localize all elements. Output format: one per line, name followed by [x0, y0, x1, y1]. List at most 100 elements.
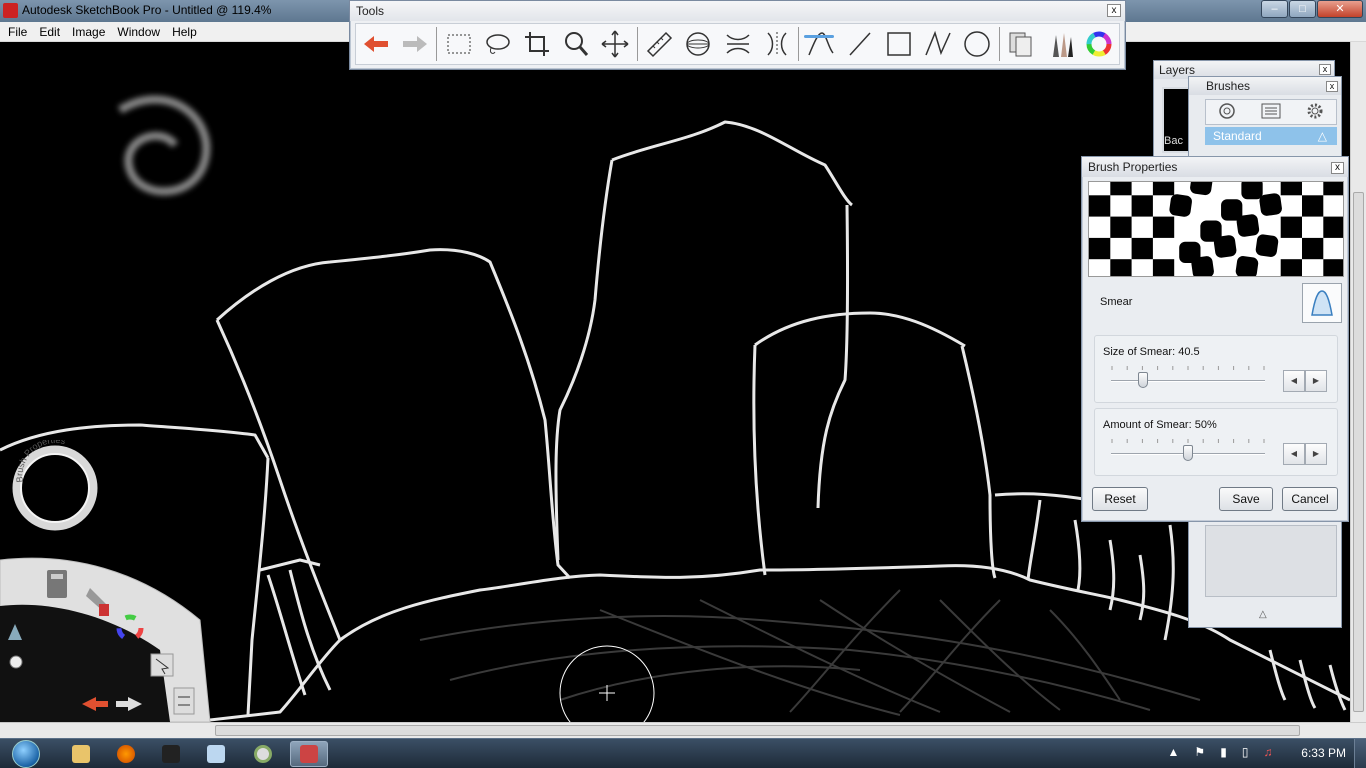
pen-stroke-icon[interactable]: [801, 25, 840, 63]
menu-help[interactable]: Help: [166, 25, 203, 39]
brush-properties-puck[interactable]: Brush Properties: [12, 435, 98, 531]
brush-set-header[interactable]: Standard △: [1205, 127, 1337, 145]
size-increase-button[interactable]: ▶: [1305, 370, 1327, 392]
tools-panel-title: Tools: [350, 1, 1125, 21]
amount-increase-button[interactable]: ▶: [1305, 443, 1327, 465]
menu-file[interactable]: File: [2, 25, 33, 39]
rectangle-select-icon[interactable]: [439, 25, 478, 63]
copy-layers-icon[interactable]: [1002, 25, 1041, 63]
vertical-scrollbar[interactable]: [1350, 42, 1366, 722]
firefox-icon[interactable]: [107, 741, 145, 767]
amount-slider-thumb[interactable]: [1183, 445, 1193, 461]
amount-slider-ticks: [1111, 439, 1265, 443]
toolbox-icon[interactable]: [47, 570, 67, 598]
ruler-icon[interactable]: [640, 25, 679, 63]
layer-label: Bac: [1164, 135, 1183, 147]
swap-icon[interactable]: [173, 687, 195, 715]
tools-toolbar: [355, 23, 1120, 65]
brush-properties-dialog: Brush Properties x Smear Size of Smear: …: [1081, 156, 1349, 522]
amount-slider-label: Amount of Smear: 50%: [1103, 419, 1217, 431]
menu-image[interactable]: Image: [66, 25, 111, 39]
undo-icon[interactable]: [356, 25, 395, 63]
maximize-button[interactable]: □: [1289, 0, 1316, 18]
brush-tip-icon: [1311, 290, 1333, 316]
amount-stepper: ◀ ▶: [1283, 443, 1327, 465]
horizontal-scroll-thumb[interactable]: [215, 725, 1300, 736]
brush-settings-icon[interactable]: [1261, 102, 1281, 123]
checker-cell: [1323, 259, 1343, 276]
checker-cell: [1280, 259, 1302, 276]
brush-library-icon[interactable]: [1218, 102, 1236, 123]
symmetry-x-icon[interactable]: [718, 25, 757, 63]
line-icon[interactable]: [840, 25, 879, 63]
checker-cell: [1280, 216, 1302, 238]
tools-panel-close-button[interactable]: x: [1107, 4, 1121, 17]
brush-list-pane[interactable]: [1205, 525, 1337, 597]
collapse-icon[interactable]: △: [1318, 127, 1327, 145]
polyline-icon[interactable]: [918, 25, 957, 63]
toolbar-separator: [798, 27, 800, 61]
checker-cell: [1131, 195, 1153, 217]
checker-cell: [1110, 182, 1132, 196]
checker-cell: [1255, 234, 1279, 257]
save-button[interactable]: Save: [1219, 487, 1273, 511]
zoom-icon[interactable]: [557, 25, 596, 63]
lasso-select-icon[interactable]: [478, 25, 517, 63]
show-hidden-icons-icon[interactable]: ▲: [1168, 745, 1180, 763]
cancel-button[interactable]: Cancel: [1282, 487, 1338, 511]
media-icon[interactable]: [152, 741, 190, 767]
active-tool-indicator: [804, 35, 834, 38]
reset-button[interactable]: Reset: [1092, 487, 1148, 511]
brushes-icon[interactable]: [1041, 25, 1080, 63]
size-slider-group: Size of Smear: 40.5 ◀ ▶: [1094, 335, 1338, 403]
menu-edit[interactable]: Edit: [33, 25, 66, 39]
action-center-flag-icon[interactable]: ⚑: [1194, 745, 1205, 763]
size-decrease-button[interactable]: ◀: [1283, 370, 1305, 392]
symmetry-y-icon[interactable]: [757, 25, 796, 63]
sketchbook-icon[interactable]: [290, 741, 328, 767]
layers-panel-close-button[interactable]: x: [1319, 64, 1331, 75]
start-button[interactable]: [6, 739, 46, 768]
explorer-icon[interactable]: [62, 741, 100, 767]
checker-cell: [1213, 235, 1237, 258]
brushes-panel-close-button[interactable]: x: [1326, 81, 1338, 92]
chrome-icon[interactable]: [244, 741, 282, 767]
app-window: Autodesk SketchBook Pro - Untitled @ 119…: [0, 0, 1366, 768]
vertical-scroll-thumb[interactable]: [1353, 192, 1364, 712]
checker-cell: [1110, 259, 1132, 276]
checker-cell: [1152, 182, 1175, 196]
size-slider-thumb[interactable]: [1138, 372, 1149, 388]
checker-cell: [1191, 256, 1214, 276]
size-slider-ticks: [1111, 366, 1265, 370]
expand-icon[interactable]: △: [1259, 609, 1267, 620]
crop-icon[interactable]: [517, 25, 556, 63]
minimize-button[interactable]: –: [1261, 0, 1288, 18]
redo-icon[interactable]: [395, 25, 434, 63]
menu-window[interactable]: Window: [111, 25, 166, 39]
volume-icon[interactable]: ♫: [1263, 745, 1272, 763]
brush-type-row: Smear: [1088, 281, 1344, 331]
move-icon[interactable]: [596, 25, 635, 63]
color-wheel-icon[interactable]: [1080, 25, 1119, 63]
cursor-icon[interactable]: [150, 653, 174, 677]
brush-name: Smear: [1100, 296, 1133, 308]
checker-cell: [1235, 256, 1259, 276]
toolbar-separator: [998, 27, 1000, 61]
brush-properties-close-button[interactable]: x: [1331, 162, 1344, 174]
ellipse-icon[interactable]: [958, 25, 997, 63]
ellipse-guide-icon[interactable]: [679, 25, 718, 63]
network-icon[interactable]: ▮: [1220, 745, 1227, 763]
close-button[interactable]: ✕: [1317, 0, 1363, 18]
amount-decrease-button[interactable]: ◀: [1283, 443, 1305, 465]
power-icon[interactable]: ▯: [1242, 745, 1249, 763]
checker-cell: [1190, 182, 1213, 196]
clock[interactable]: 6:33 PM: [1301, 746, 1346, 760]
size-slider-track[interactable]: [1111, 380, 1265, 382]
checker-cell: [1236, 214, 1260, 237]
notepad-icon[interactable]: [197, 741, 235, 767]
brush-tip-button[interactable]: [1302, 283, 1342, 323]
show-desktop-button[interactable]: [1354, 739, 1366, 768]
checker-cell: [1152, 216, 1175, 238]
brush-gear-icon[interactable]: [1306, 102, 1324, 123]
rectangle-icon[interactable]: [879, 25, 918, 63]
